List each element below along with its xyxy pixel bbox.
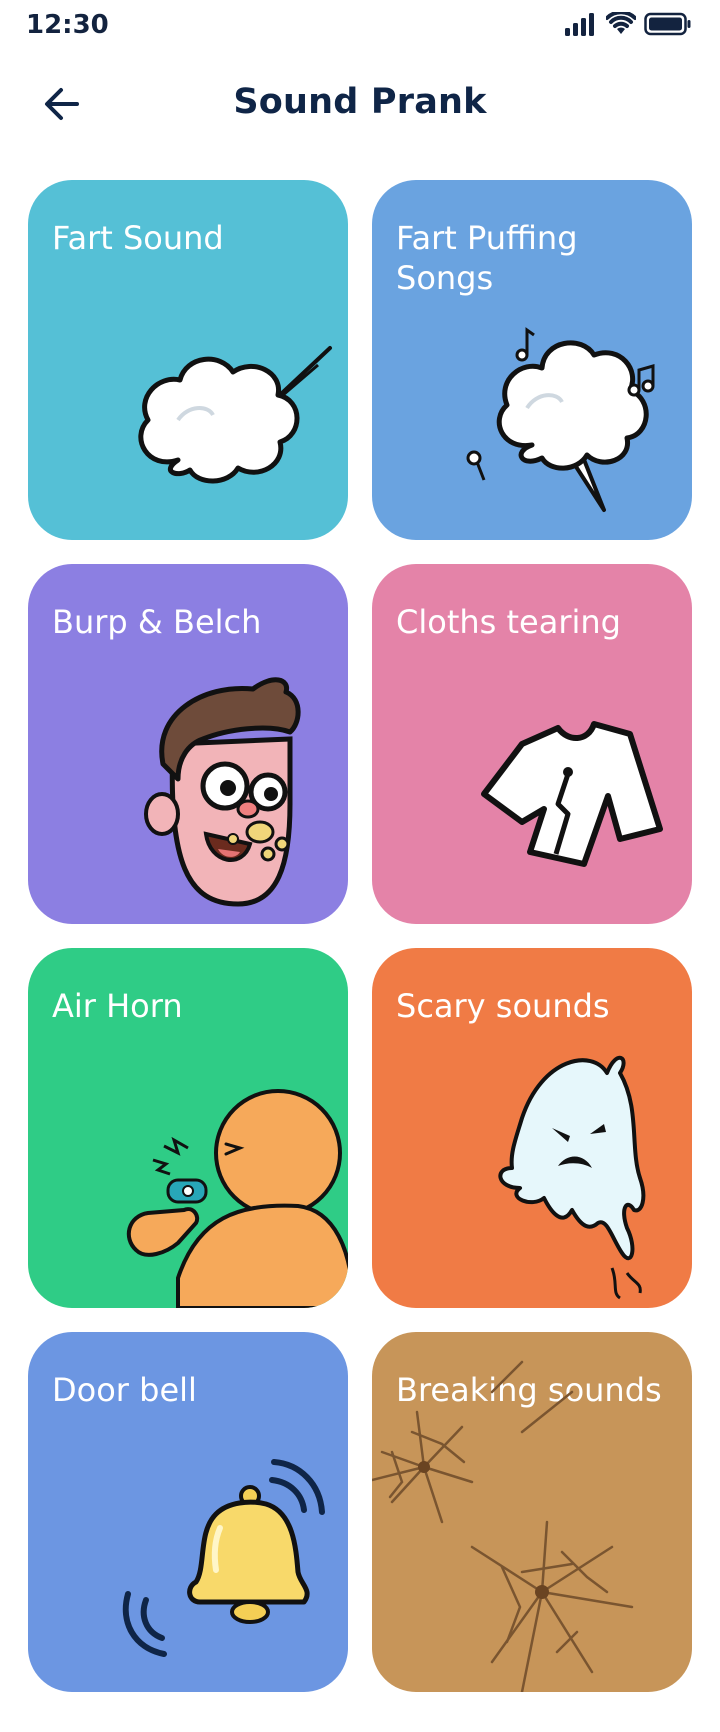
battery-icon: [644, 12, 691, 36]
card-fart-sound[interactable]: Fart Sound: [28, 180, 348, 540]
page-title: Sound Prank: [233, 82, 487, 122]
wifi-icon: [606, 12, 636, 34]
card-breaking-sounds[interactable]: Breaking sounds: [372, 1332, 692, 1692]
card-burp-belch[interactable]: Burp & Belch: [28, 564, 348, 924]
status-icons: [564, 12, 692, 36]
card-scary-sounds[interactable]: Scary sounds: [372, 948, 692, 1308]
status-bar: 12:30: [0, 0, 720, 52]
card-door-bell[interactable]: Door bell: [28, 1332, 348, 1692]
bell-icon: [122, 1459, 325, 1657]
card-fart-puffing-songs[interactable]: Fart Puffing Songs: [372, 180, 692, 540]
header: Sound Prank: [0, 52, 720, 156]
whistle-person-icon: [126, 1089, 348, 1308]
card-air-horn[interactable]: Air Horn: [28, 948, 348, 1308]
sound-grid: Fart Sound Fart Puffing Songs Burp & Bel…: [28, 180, 692, 1692]
cracked-glass-icon: [372, 1360, 634, 1692]
burping-face-icon: [144, 677, 301, 907]
ghost-icon: [498, 1056, 646, 1300]
music-cloud-icon: [466, 327, 655, 512]
signal-icon: [565, 13, 594, 36]
status-time: 12:30: [26, 10, 109, 40]
card-cloths-tearing[interactable]: Cloths tearing: [372, 564, 692, 924]
fart-cloud-icon: [138, 346, 332, 484]
torn-shirt-icon: [481, 721, 663, 867]
